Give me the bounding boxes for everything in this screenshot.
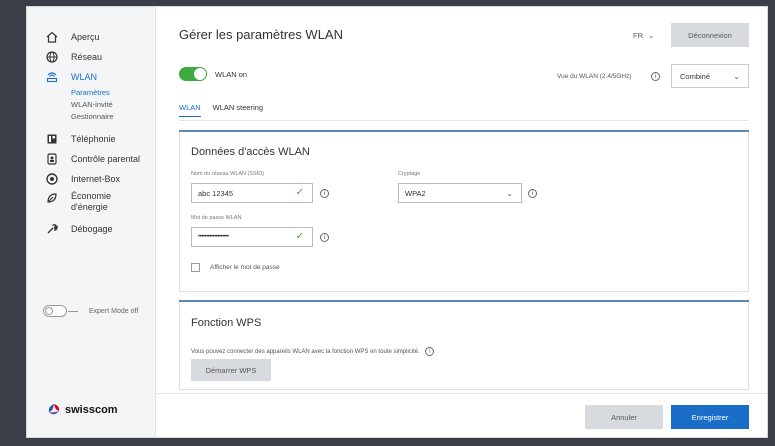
band-view-select[interactable]: Combiné ⌄ [671,64,749,88]
sidebar-item-controle-parental[interactable]: Contrôle parental [27,149,155,169]
wlan-toggle[interactable]: WLAN on [179,67,247,81]
sidebar-item-apercu[interactable]: Aperçu [27,27,155,47]
sidebar-item-wlan[interactable]: WLAN [27,67,155,87]
sidebar-item-economie-energie[interactable]: Économie d'énergie [27,189,155,219]
phone-icon [45,132,59,146]
checkmark-icon: ✓ [295,231,304,242]
sidebar-item-label: Internet-Box [71,174,121,184]
expert-mode-toggle[interactable]: Expert Mode off [43,305,138,317]
sidebar-item-internet-box[interactable]: Internet-Box [27,169,155,189]
encryption-value: WPA2 [405,188,426,198]
access-card-title: Données d'accès WLAN [191,146,310,158]
swisscom-logo-icon [47,403,61,417]
wifi-router-icon [45,70,59,84]
info-icon[interactable]: i [320,189,329,198]
parental-lock-icon [45,152,59,166]
ssid-label: Nom du réseau WLAN (SSID) [191,171,265,177]
wrench-icon [45,222,59,236]
ssid-value: abc 12345 [198,188,234,198]
sidebar-subitem-gestionnaire[interactable]: Gestionnaire [27,111,155,123]
expert-mode-label: Expert Mode off [89,307,139,315]
sidebar-nav: Aperçu Réseau WLAN Paramètres WLAN-invit… [27,27,155,239]
sidebar-item-label: Réseau [71,52,103,62]
info-icon[interactable]: i [425,347,435,356]
wps-card: Fonction WPS Vous pouvez connecter des a… [179,300,749,390]
energy-leaf-icon [45,191,59,205]
info-icon[interactable]: i [528,189,537,198]
start-wps-button[interactable]: Démarrer WPS [191,359,271,381]
sidebar-item-label: Contrôle parental [71,154,141,164]
password-value: ••••••••••••••••••• [198,234,229,240]
tab-wlan-steering[interactable]: WLAN steering [213,103,263,117]
tab-bar: WLAN WLAN steering [179,103,275,117]
footer-divider [155,393,767,394]
sidebar-item-reseau[interactable]: Réseau [27,47,155,67]
tab-wlan[interactable]: WLAN [179,103,201,117]
sidebar-item-label-line2: d'énergie [71,202,108,212]
switch-track-line [68,311,78,312]
ssid-input[interactable]: abc 12345 ✓ [191,183,313,203]
tab-divider [179,120,749,121]
info-icon[interactable]: i [320,233,329,242]
sidebar-item-label: Débogage [71,224,113,234]
sidebar-item-label: WLAN [71,72,98,82]
app-window: Aperçu Réseau WLAN Paramètres WLAN-invit… [26,6,768,438]
router-icon [45,172,59,186]
wlan-toggle-label: WLAN on [215,69,248,79]
card-accent-bar [179,130,749,132]
home-icon [45,30,59,44]
access-card: Données d'accès WLAN Nom du réseau WLAN … [179,130,749,292]
globe-icon [45,50,59,64]
encryption-label: Cryptage [398,171,421,177]
page-title: Gérer les paramètres WLAN [179,27,343,42]
swisscom-logo: swisscom [47,403,118,417]
info-icon[interactable]: i [651,72,660,81]
sidebar-subitem-wlan-invite[interactable]: WLAN-invité [27,99,155,111]
card-accent-bar [179,300,749,302]
chevron-down-icon: ⌄ [506,189,513,198]
chevron-down-icon: ⌄ [648,31,655,40]
chevron-down-icon: ⌄ [733,72,740,81]
logout-button[interactable]: Déconnexion [671,23,749,47]
password-label: Mot de passe WLAN [191,215,242,221]
sidebar: Aperçu Réseau WLAN Paramètres WLAN-invit… [27,7,156,437]
sidebar-item-telephonie[interactable]: Téléphonie [27,129,155,149]
show-password-checkbox[interactable] [191,263,200,272]
wlan-switch[interactable] [179,67,207,81]
sidebar-item-label: Téléphonie [71,134,116,144]
main-content: Gérer les paramètres WLAN FR ⌄ Déconnexi… [155,7,767,437]
sidebar-subitem-parametres[interactable]: Paramètres [27,87,155,99]
encryption-select[interactable]: WPA2 ⌄ [398,183,522,203]
sidebar-item-label-group: Économie d'énergie [71,191,111,213]
sidebar-item-debogage[interactable]: Débogage [27,219,155,239]
language-selector[interactable]: FR ⌄ [633,31,654,40]
sidebar-item-label: Économie [71,191,112,201]
logo-text: swisscom [65,404,118,416]
band-view-label: Vue du WLAN (2.4/5GHz) [557,73,632,80]
expert-mode-switch[interactable] [43,305,78,317]
wps-description-text: Vous pouvez connecter des appareils WLAN… [191,349,420,356]
wps-card-title: Fonction WPS [191,317,262,329]
band-view-value: Combiné [680,71,711,81]
checkmark-icon: ✓ [295,187,304,198]
language-value: FR [633,31,643,40]
sidebar-item-label: Aperçu [71,32,100,42]
show-password-label: Afficher le mot de passe [210,264,280,271]
wps-description: Vous pouvez connecter des appareils WLAN… [191,347,435,356]
password-input[interactable]: ••••••••••••••••••• ✓ [191,227,313,247]
save-button[interactable]: Enregistrer [671,405,749,429]
cancel-button[interactable]: Annuler [585,405,663,429]
